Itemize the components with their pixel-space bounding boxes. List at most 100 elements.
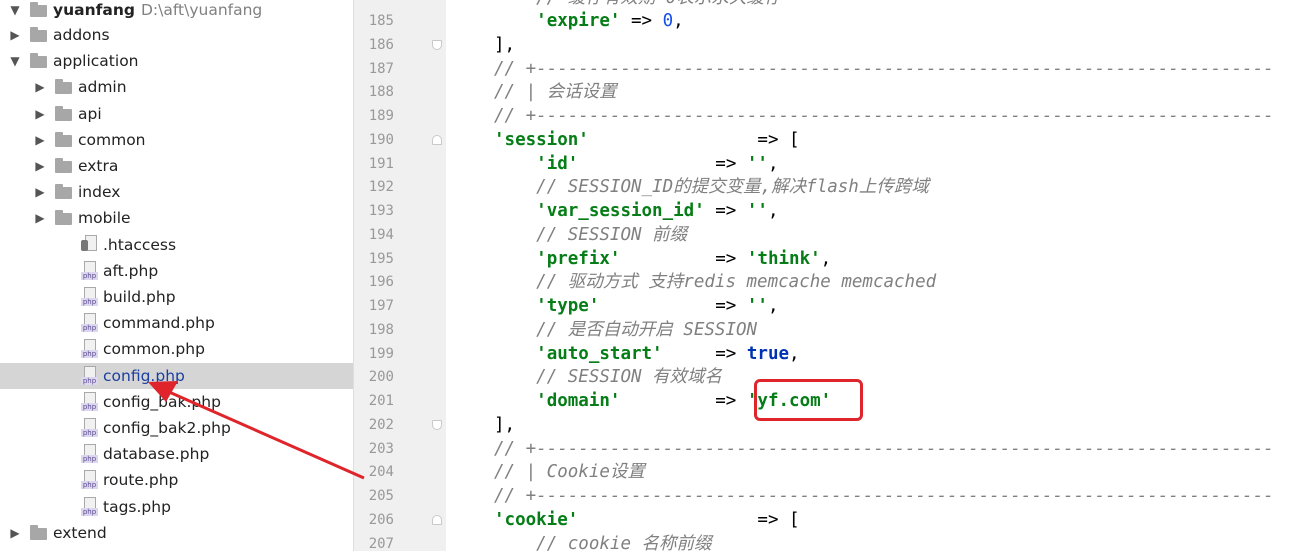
code-line: // cookie 名称前缀 [536,533,712,552]
php-file-icon: php [81,496,98,517]
tree-item-mobile[interactable]: ▶ mobile [0,205,353,231]
line-number: 199 [368,345,394,362]
line-number: 196 [368,274,394,291]
line-number: 187 [368,60,394,77]
tree-item-extra[interactable]: ▶ extra [0,153,353,179]
editor-gutter: 185 186 187 188 189 190 191 192 193 194 195 196 197 1… [353,0,446,552]
folder-icon [55,131,72,147]
tree-root-name: yuanfang [53,1,135,19]
code-line: 'id' => '', [536,153,779,174]
tree-item-label: .htaccess [103,235,177,254]
fold-marker-icon[interactable] [432,39,442,50]
chevron-right-icon[interactable]: ▶ [33,153,47,179]
code-line: 'session' => [ [494,129,800,150]
tree-item-route-php[interactable]: php route.php [0,467,353,493]
folder-icon [30,53,47,69]
code-line: 'var_session_id' => '', [536,201,779,221]
code-line: 'expire' => 0, [536,11,684,31]
tree-item-label: common.php [103,340,205,359]
tree-item-label: application [53,52,139,71]
tree-item-label: extend [53,523,107,542]
code-line: // 驱动方式 支持redis memcache memcached [536,272,937,293]
code-line: ], [494,414,516,435]
tree-item-config-bak2-php[interactable]: php config_bak2.php [0,415,353,441]
tree-item-database-php[interactable]: php database.php [0,441,353,467]
line-number: 193 [368,203,394,219]
chevron-down-icon[interactable]: ▼ [8,48,22,74]
line-number: 195 [368,250,394,267]
chevron-right-icon[interactable]: ▶ [8,520,22,546]
tree-item-application[interactable]: ▼ application [0,48,353,74]
fold-marker-icon[interactable] [432,419,442,430]
tree-item-build-php[interactable]: php build.php [0,284,353,310]
chevron-right-icon[interactable]: ▶ [8,22,22,48]
chevron-down-icon[interactable]: ▼ [8,0,22,23]
chevron-right-icon[interactable]: ▶ [33,74,47,100]
tree-item-common[interactable]: ▶ common [0,127,353,153]
folder-icon [55,158,72,173]
php-file-icon: php [81,365,98,386]
code-line: // +------------------------------------… [494,58,1274,79]
code-line: 'auto_start' => true, [536,343,800,364]
tree-item-label: command.php [103,314,215,333]
php-file-icon: php [81,391,98,412]
line-number: 192 [368,179,394,196]
line-number: 197 [368,298,394,314]
tree-root-row[interactable]: ▼ yuanfang D:\aft\yuanfang [0,0,353,23]
line-number: 202 [368,416,394,433]
tree-item-aft-php[interactable]: php aft.php [0,258,353,284]
code-line: // +------------------------------------… [494,438,1274,459]
line-number: 185 [368,13,394,29]
php-file-icon: php [81,339,98,359]
tree-item-admin[interactable]: ▶ admin [0,74,353,100]
tree-item-addons[interactable]: ▶ addons [0,22,353,48]
fold-marker-icon[interactable] [432,134,442,145]
php-file-icon: php [81,418,98,438]
tree-item-label: route.php [103,471,179,490]
code-line: // SESSION 前缀 [536,224,688,245]
tree-item-label: api [78,104,102,123]
code-line: // SESSION 有效域名 [536,367,723,388]
annotation-highlight-box [754,379,863,421]
tree-item-label: tags.php [103,497,171,516]
chevron-right-icon[interactable]: ▶ [33,179,47,205]
code-line: // SESSION_ID的提交变量,解决flash上传跨域 [536,177,929,198]
chevron-right-icon[interactable]: ▶ [33,127,47,153]
code-line: // +------------------------------------… [494,486,1274,506]
tree-item-label: config_bak.php [103,392,221,411]
line-number: 207 [368,535,394,552]
tree-item-label: config_bak2.php [103,419,231,437]
folder-icon [55,79,72,95]
fold-marker-icon[interactable] [432,514,442,525]
tree-item-config-bak-php[interactable]: php config_bak.php [0,389,353,415]
tree-item-label: aft.php [103,261,159,280]
tree-item-index[interactable]: ▶ index [0,179,353,205]
php-file-icon: php [81,313,98,333]
tree-item-config-php[interactable]: php config.php [0,362,353,389]
tree-item-label: build.php [103,288,176,306]
code-line: ], [494,34,516,55]
tree-item-label: extra [78,157,119,175]
tree-item-command-php[interactable]: php command.php [0,310,353,336]
htaccess-file-icon [81,234,98,255]
tree-item-label: addons [53,26,110,44]
code-line: // | Cookie设置 [494,462,645,483]
php-file-icon: php [81,444,98,464]
tree-item-common-php[interactable]: php common.php [0,336,353,362]
php-file-icon: php [81,287,98,307]
php-file-icon: php [81,470,98,490]
line-number: 200 [368,369,394,386]
tree-item-extend[interactable]: ▶ extend [0,520,353,546]
line-number: 204 [368,464,394,481]
chevron-right-icon[interactable]: ▶ [33,101,47,127]
chevron-right-icon[interactable]: ▶ [33,205,47,231]
tree-item-label: mobile [78,209,131,228]
tree-item-htaccess[interactable]: .htaccess [0,232,353,258]
tree-root-path: D:\aft\yuanfang [140,1,263,19]
line-number: 191 [368,155,394,172]
tree-item-tags-php[interactable]: php tags.php [0,494,353,520]
tree-item-label: database.php [103,445,210,464]
tree-item-api[interactable]: ▶ api [0,101,353,127]
line-number: 201 [368,393,394,409]
code-editor[interactable]: // 缓存有效期 0表示永久缓存 'expire' => 0,],// +---… [446,0,1293,551]
